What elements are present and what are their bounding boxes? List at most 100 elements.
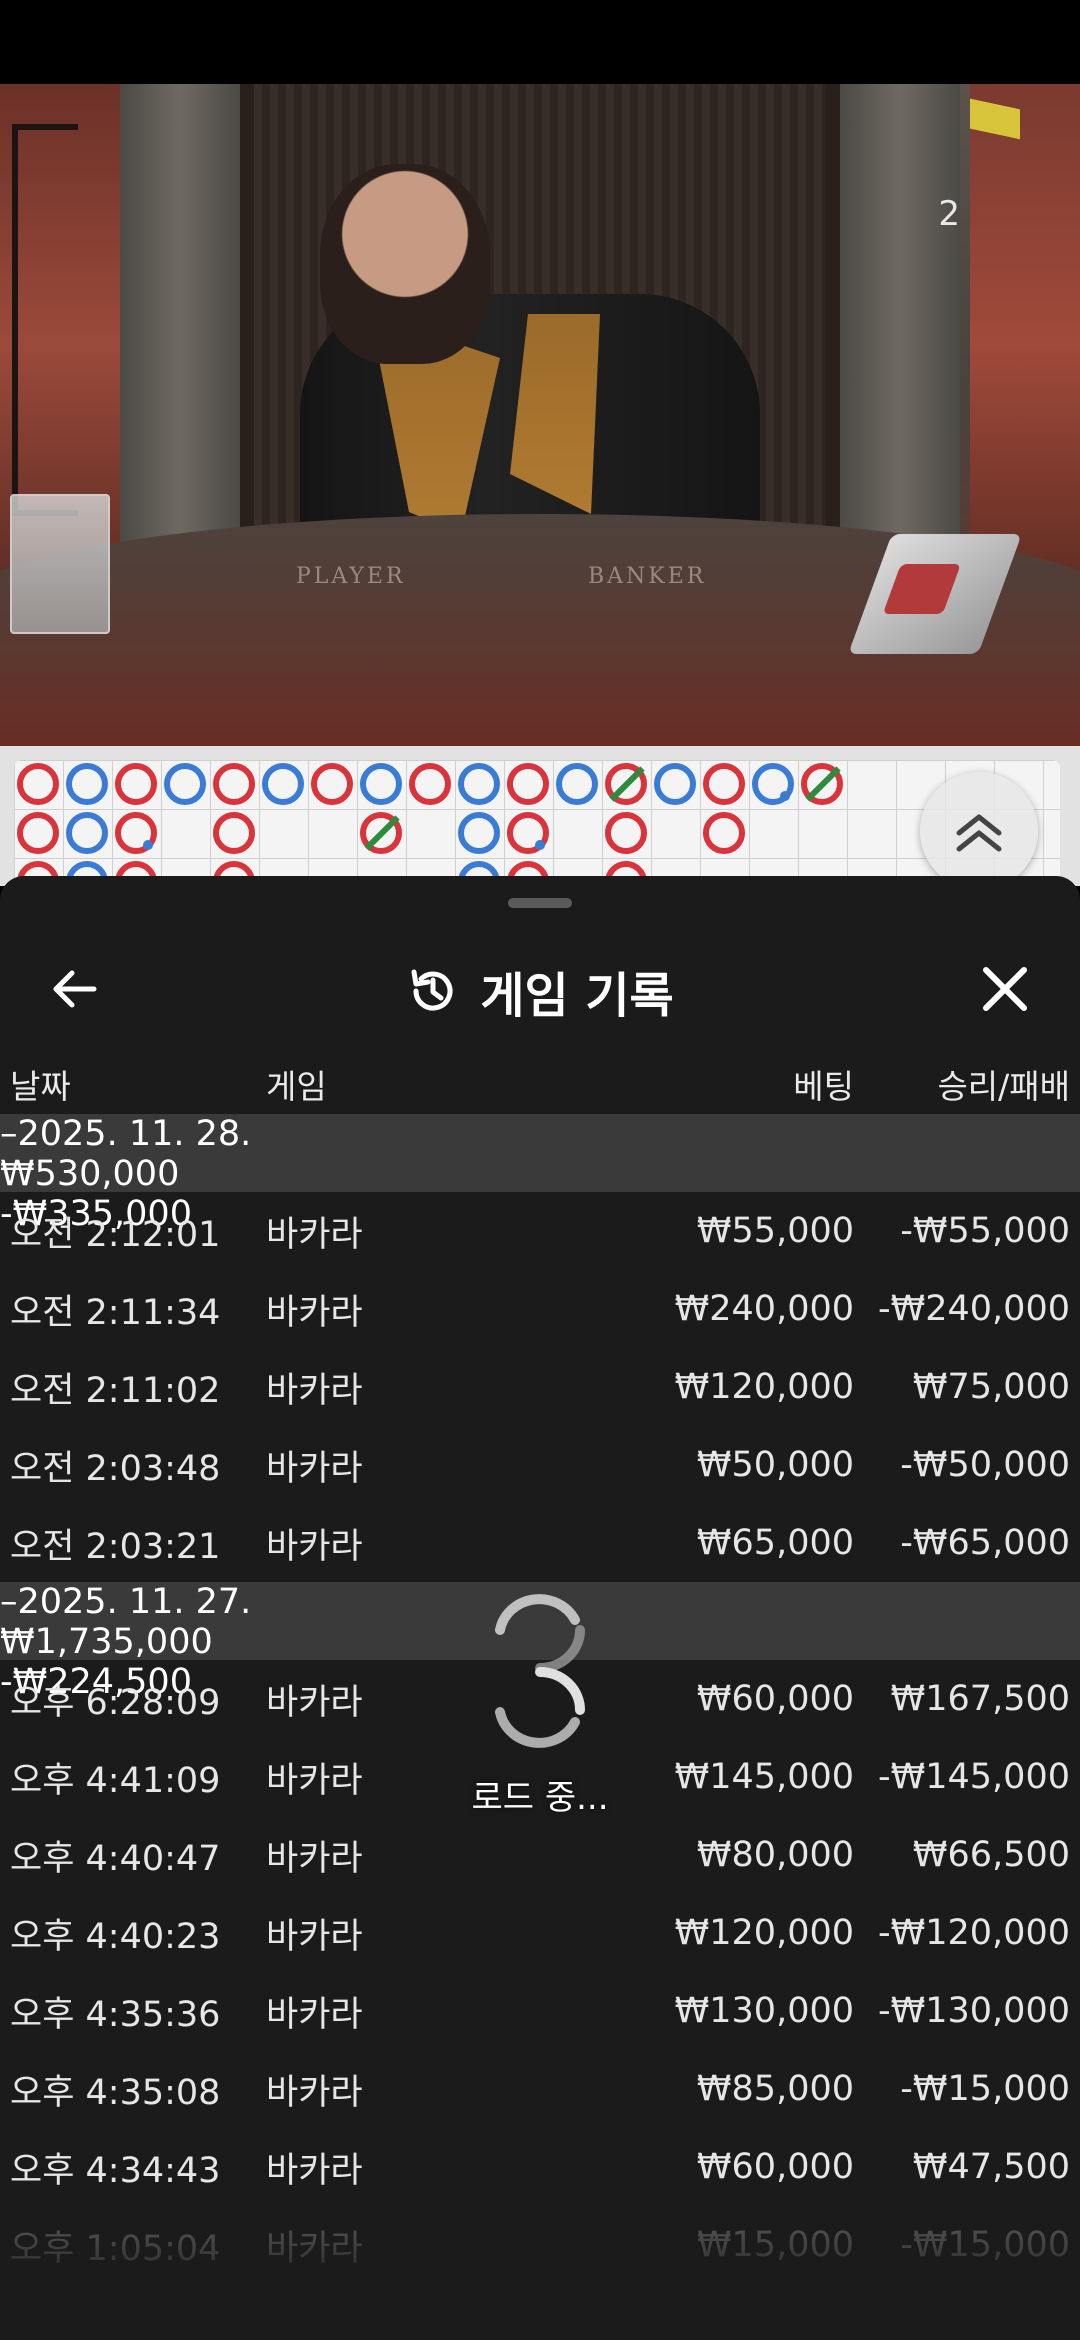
sheet-title-group: 게임 기록 [0,956,1080,1026]
row-bet: ₩15,000 [696,2225,854,2265]
column-header-win-loss: 승리/패배 [937,1067,1070,1106]
close-icon [983,967,1027,1011]
road-grid [14,760,1060,903]
row-bet: ₩60,000 [696,2147,854,2187]
row-time: 오전 2:03:21 [10,1526,221,1567]
row-win-loss: -₩240,000 [878,1289,1070,1329]
sheet-drag-handle[interactable] [508,898,572,908]
road-map[interactable] [0,746,1080,903]
road-result-mark [164,763,206,805]
row-win-loss: -₩145,000 [878,1757,1070,1797]
spinner-icon [495,1594,585,1748]
row-game: 바카라 [266,1370,363,1411]
table-label-player: PLAYER [296,564,406,589]
history-row[interactable]: 오전 2:03:21 바카라 ₩65,000 -₩65,000 [0,1504,1080,1582]
road-result-mark [507,763,549,805]
road-result-mark [311,763,353,805]
row-game: 바카라 [266,2150,363,2191]
row-time: 오후 4:40:47 [10,1838,221,1879]
row-win-loss: -₩55,000 [900,1211,1070,1251]
road-result-mark [801,763,843,805]
history-row[interactable]: 오후 1:05:04 바카라 ₩15,000 -₩15,000 [0,2206,1080,2284]
row-bet: ₩60,000 [696,1679,854,1719]
row-win-loss: -₩15,000 [900,2069,1070,2109]
pillar-left [120,84,240,584]
history-row[interactable]: 오후 4:40:23 바카라 ₩120,000 -₩120,000 [0,1894,1080,1972]
road-result-mark [703,763,745,805]
row-bet: ₩85,000 [696,2069,854,2109]
row-bet: ₩120,000 [674,1913,854,1953]
row-game: 바카라 [266,1214,363,1255]
roadmap-toggle-button[interactable] [920,772,1038,890]
row-bet: ₩80,000 [696,1835,854,1875]
row-time: 오전 2:11:34 [10,1292,221,1333]
column-header-bet: 베팅 [793,1067,854,1106]
dealer-head [320,164,490,364]
date-group-header[interactable]: –2025. 11. 28. ₩530,000 -₩335,000 [0,1114,1080,1234]
road-result-mark [507,812,549,854]
row-game: 바카라 [266,1994,363,2035]
road-result-mark [66,763,108,805]
row-time: 오전 2:11:02 [10,1370,221,1411]
history-row[interactable]: 오후 4:34:43 바카라 ₩60,000 ₩47,500 [0,2128,1080,2206]
road-result-mark [556,763,598,805]
row-time: 오전 2:12:01 [10,1214,221,1255]
column-headers: 날짜 게임 베팅 승리/패배 [0,1046,1080,1122]
double-chevron-up-icon [956,814,1002,852]
road-result-mark [752,763,794,805]
row-bet: ₩130,000 [674,1991,854,2031]
round-number: 2 [938,194,960,234]
road-result-mark [458,763,500,805]
row-win-loss: -₩65,000 [900,1523,1070,1563]
loading-label: 로드 중... [471,1778,609,1818]
close-button[interactable] [970,954,1040,1024]
row-win-loss: ₩75,000 [912,1367,1070,1407]
road-result-mark [17,812,59,854]
row-game: 바카라 [266,1448,363,1489]
column-header-game: 게임 [266,1067,327,1106]
history-row[interactable]: 오전 2:03:48 바카라 ₩50,000 -₩50,000 [0,1426,1080,1504]
table-label-banker: BANKER [588,564,707,589]
page-title: 게임 기록 [480,968,674,1024]
history-clock-icon [411,969,453,1011]
loading-indicator: 로드 중... [440,1590,640,1850]
column-header-date: 날짜 [10,1067,71,1106]
row-bet: ₩240,000 [674,1289,854,1329]
card-box [10,494,110,634]
row-time: 오전 2:03:48 [10,1448,221,1489]
road-result-mark [703,812,745,854]
row-game: 바카라 [266,1760,363,1801]
group-bet-total: ₩530,000 [0,1154,180,1194]
row-game: 바카라 [266,2228,363,2269]
row-win-loss: -₩120,000 [878,1913,1070,1953]
history-row[interactable]: 오전 2:11:02 바카라 ₩120,000 ₩75,000 [0,1348,1080,1426]
history-row[interactable]: 오전 2:11:34 바카라 ₩240,000 -₩240,000 [0,1270,1080,1348]
decor-right-panel [970,84,1080,604]
row-win-loss: -₩15,000 [900,2225,1070,2265]
row-bet: ₩50,000 [696,1445,854,1485]
road-result-mark [213,763,255,805]
row-bet: ₩55,000 [696,1211,854,1251]
road-result-mark [654,763,696,805]
row-win-loss: ₩47,500 [912,2147,1070,2187]
road-result-mark [17,763,59,805]
road-result-mark [213,812,255,854]
live-video-stream: PLAYER BANKER 2 [0,84,1080,746]
row-time: 오후 4:34:43 [10,2150,221,2191]
row-time: 오후 4:40:23 [10,1916,221,1957]
road-result-mark [360,812,402,854]
row-game: 바카라 [266,1838,363,1879]
history-row[interactable]: 오전 2:12:01 바카라 ₩55,000 -₩55,000 [0,1192,1080,1270]
row-bet: ₩120,000 [674,1367,854,1407]
row-win-loss: -₩130,000 [878,1991,1070,2031]
history-row[interactable]: 오후 4:35:08 바카라 ₩85,000 -₩15,000 [0,2050,1080,2128]
pillar-right [840,84,960,584]
row-game: 바카라 [266,1292,363,1333]
row-win-loss: ₩66,500 [912,1835,1070,1875]
road-result-mark [262,763,304,805]
road-result-mark [605,812,647,854]
history-row[interactable]: 오후 4:35:36 바카라 ₩130,000 -₩130,000 [0,1972,1080,2050]
sheet-header: 게임 기록 [0,916,1080,1046]
row-game: 바카라 [266,1682,363,1723]
group-date: –2025. 11. 28. [0,1114,252,1154]
